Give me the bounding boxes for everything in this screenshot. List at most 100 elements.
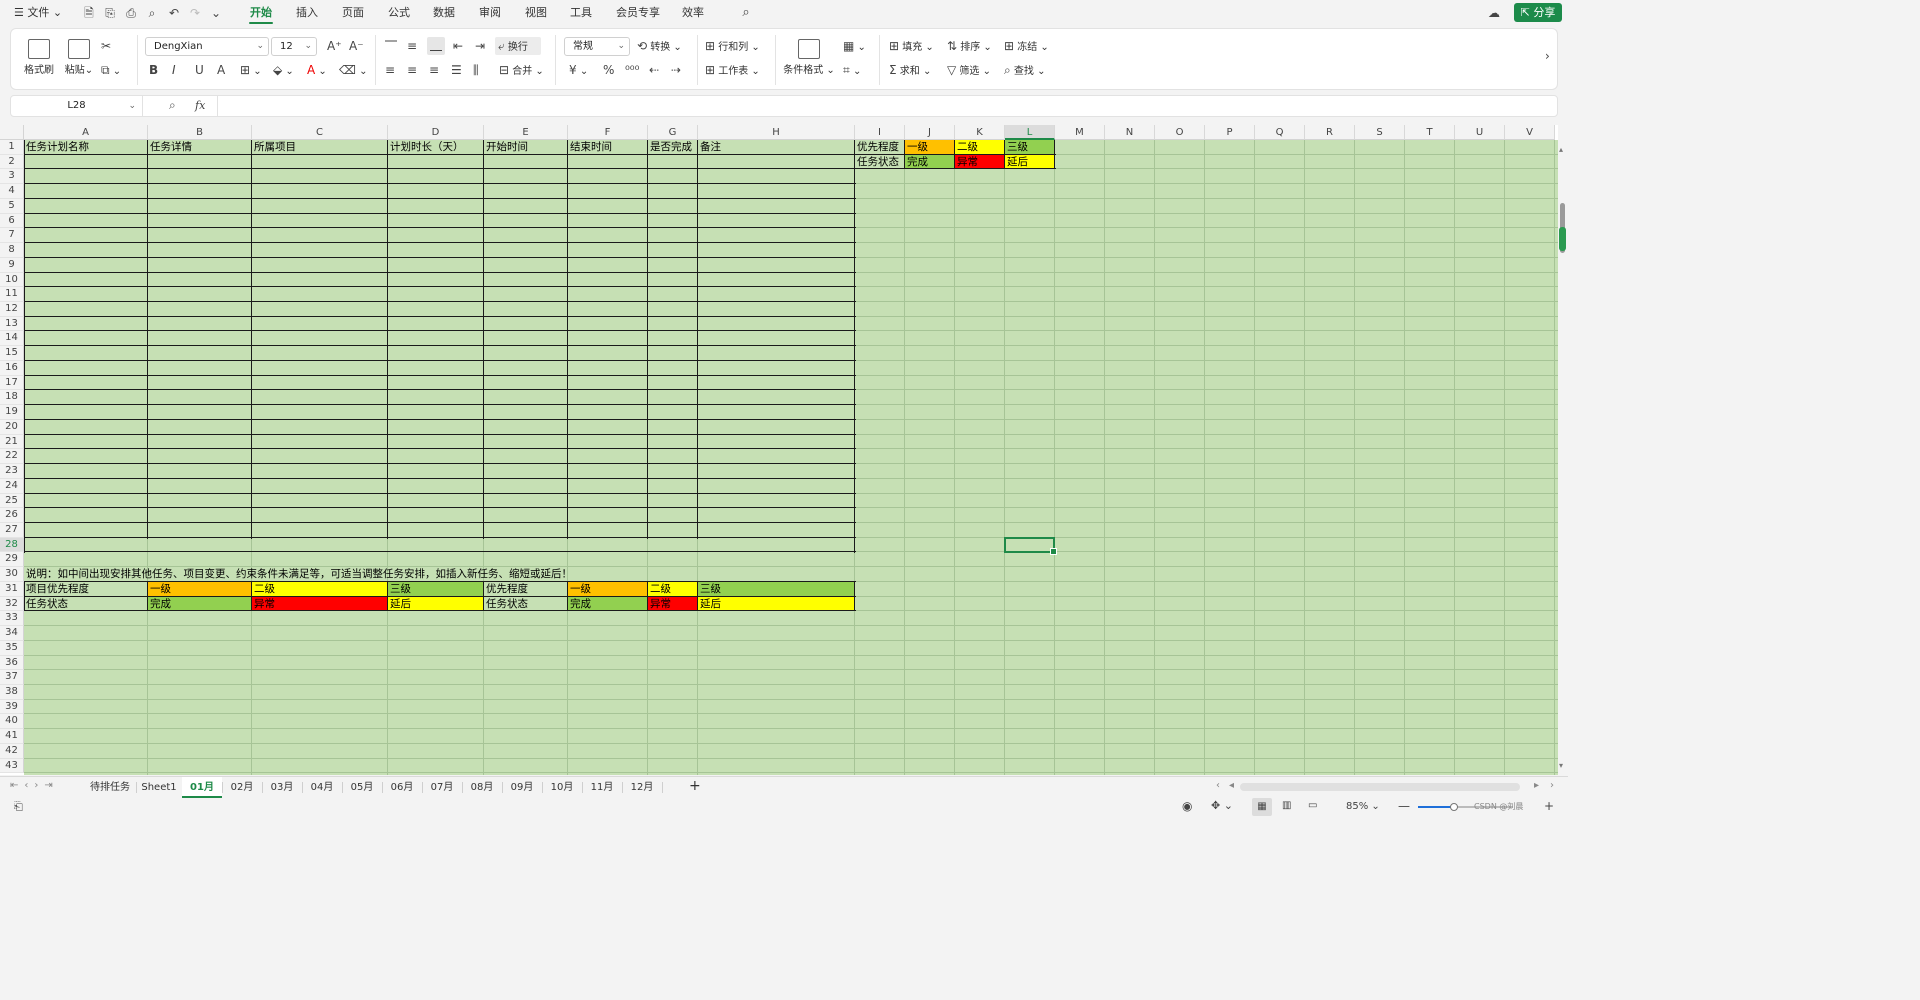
- sheet-nav-icon[interactable]: ⇤‹›⇥: [10, 780, 59, 791]
- sheet-tab-6[interactable]: 04月: [302, 777, 342, 798]
- column-header-b[interactable]: B: [148, 125, 252, 140]
- row-header-43[interactable]: 43: [0, 758, 24, 774]
- paste-button[interactable]: 粘贴⌄: [63, 39, 95, 76]
- copy-icon[interactable]: ⧉ ⌄: [101, 63, 121, 79]
- row-header-25[interactable]: 25: [0, 493, 24, 509]
- sum-button[interactable]: Σ 求和 ⌄: [889, 63, 931, 79]
- scroll-down-icon[interactable]: ▾: [1559, 761, 1563, 770]
- quick-access-more-icon[interactable]: ⌄: [208, 5, 224, 21]
- merge-button[interactable]: ⊟ 合并 ⌄: [499, 63, 544, 79]
- strikethrough-icon[interactable]: A: [217, 63, 225, 79]
- zoom-in-icon[interactable]: +: [1544, 799, 1554, 813]
- tab-efficiency[interactable]: 效率: [682, 0, 704, 26]
- row-header-26[interactable]: 26: [0, 508, 24, 523]
- column-header-v[interactable]: V: [1505, 125, 1555, 140]
- sheet-tab-1[interactable]: 待排任务: [84, 777, 136, 798]
- row-header-10[interactable]: 10: [0, 272, 24, 288]
- tab-page[interactable]: 页面: [342, 0, 364, 26]
- row-header-41[interactable]: 41: [0, 729, 24, 744]
- row-header-21[interactable]: 21: [0, 434, 24, 450]
- page-layout-view-icon[interactable]: ▭: [1308, 800, 1317, 811]
- align-center-icon[interactable]: ≡: [407, 63, 417, 79]
- column-header-p[interactable]: P: [1205, 125, 1255, 140]
- vertical-scrollbar[interactable]: ▴ ▾: [1558, 125, 1568, 775]
- column-header-e[interactable]: E: [484, 125, 568, 140]
- tab-home[interactable]: 开始: [249, 0, 273, 26]
- font-color-icon[interactable]: A ⌄: [307, 63, 327, 79]
- wrap-text-button[interactable]: ⤶ 换行: [495, 37, 541, 55]
- tab-formula[interactable]: 公式: [388, 0, 410, 26]
- bold-icon[interactable]: B: [149, 63, 158, 79]
- zoom-out-icon[interactable]: —: [1398, 799, 1410, 813]
- print-preview-icon[interactable]: ⌕: [144, 5, 160, 21]
- cloud-icon[interactable]: ☁: [1486, 5, 1502, 21]
- column-header-n[interactable]: N: [1105, 125, 1155, 140]
- row-header-27[interactable]: 27: [0, 522, 24, 538]
- column-header-c[interactable]: C: [252, 125, 388, 140]
- column-header-q[interactable]: Q: [1255, 125, 1305, 140]
- row-header-28[interactable]: 28: [0, 537, 24, 553]
- zoom-slider-knob[interactable]: [1450, 803, 1459, 811]
- function-icon[interactable]: fx: [195, 99, 205, 112]
- cut-icon[interactable]: ✂: [101, 39, 111, 55]
- formula-input[interactable]: [217, 96, 1547, 116]
- clear-format-icon[interactable]: ⌫ ⌄: [339, 63, 368, 79]
- sheet-tab-13[interactable]: 11月: [582, 777, 622, 798]
- page-break-view-icon[interactable]: ▥: [1282, 800, 1291, 811]
- row-header-1[interactable]: 1: [0, 140, 24, 155]
- row-header-4[interactable]: 4: [0, 184, 24, 199]
- row-header-36[interactable]: 36: [0, 655, 24, 671]
- row-header-19[interactable]: 19: [0, 405, 24, 420]
- row-header-33[interactable]: 33: [0, 611, 24, 627]
- tab-tools[interactable]: 工具: [570, 0, 592, 26]
- sheet-tab-7[interactable]: 05月: [342, 777, 382, 798]
- add-sheet-icon[interactable]: +: [689, 778, 701, 794]
- increase-font-icon[interactable]: A⁺: [327, 39, 342, 55]
- column-header-f[interactable]: F: [568, 125, 648, 140]
- search-icon[interactable]: ⌕: [738, 5, 754, 21]
- row-header-32[interactable]: 32: [0, 596, 24, 612]
- redo-icon[interactable]: ↷: [187, 5, 203, 21]
- row-header-8[interactable]: 8: [0, 243, 24, 258]
- row-header-42[interactable]: 42: [0, 743, 24, 759]
- decrease-font-icon[interactable]: A⁻: [349, 39, 364, 55]
- row-header-14[interactable]: 14: [0, 331, 24, 347]
- row-header-16[interactable]: 16: [0, 360, 24, 376]
- sheet-tab-3[interactable]: 01月: [182, 777, 222, 798]
- row-header-13[interactable]: 13: [0, 316, 24, 332]
- fill-button[interactable]: ⊞ 填充 ⌄: [889, 39, 934, 55]
- hscroll-left-step-icon[interactable]: ◂: [1229, 780, 1234, 791]
- hscroll-end-icon[interactable]: ›: [1550, 780, 1554, 791]
- zoom-select[interactable]: 85% ⌄: [1346, 801, 1380, 812]
- file-menu[interactable]: ☰ 文件 ⌄: [14, 0, 62, 26]
- move-icon[interactable]: ✥ ⌄: [1211, 799, 1233, 812]
- sheet-tab-14[interactable]: 12月: [622, 777, 662, 798]
- row-header-31[interactable]: 31: [0, 581, 24, 597]
- number-format-select[interactable]: 常规 ⌄: [564, 37, 630, 56]
- row-header-40[interactable]: 40: [0, 714, 24, 730]
- distribute-icon[interactable]: ⫼: [473, 63, 479, 79]
- row-header-39[interactable]: 39: [0, 699, 24, 715]
- cell-area[interactable]: 任务计划名称 任务详情 所属项目 计划时长（天） 开始时间 结束时间 是否完成 备注 说明：如中…: [24, 140, 1558, 775]
- column-header-g[interactable]: G: [648, 125, 698, 140]
- tab-member[interactable]: 会员专享: [616, 0, 660, 26]
- tab-data[interactable]: 数据: [433, 0, 455, 26]
- row-header-29[interactable]: 29: [0, 552, 24, 568]
- convert-button[interactable]: ⟲ 转换 ⌄: [637, 39, 682, 55]
- column-header-j[interactable]: J: [905, 125, 955, 140]
- row-header-3[interactable]: 3: [0, 169, 24, 185]
- export-icon[interactable]: ⎘: [102, 5, 118, 21]
- row-header-11[interactable]: 11: [0, 287, 24, 303]
- borders-icon[interactable]: ⊞ ⌄: [240, 63, 262, 79]
- percent-icon[interactable]: %: [603, 63, 614, 79]
- hscroll-right-icon[interactable]: ▸: [1534, 780, 1539, 791]
- align-left-icon[interactable]: ≡: [385, 63, 395, 79]
- macro-icon[interactable]: ⎗: [14, 800, 23, 814]
- column-header-t[interactable]: T: [1405, 125, 1455, 140]
- ribbon-collapse-icon[interactable]: ›: [1545, 49, 1550, 65]
- row-header-30[interactable]: 30: [0, 567, 24, 582]
- column-header-d[interactable]: D: [388, 125, 484, 140]
- underline-icon[interactable]: U: [195, 63, 204, 79]
- normal-view-icon[interactable]: ▦: [1252, 798, 1272, 816]
- row-header-38[interactable]: 38: [0, 685, 24, 700]
